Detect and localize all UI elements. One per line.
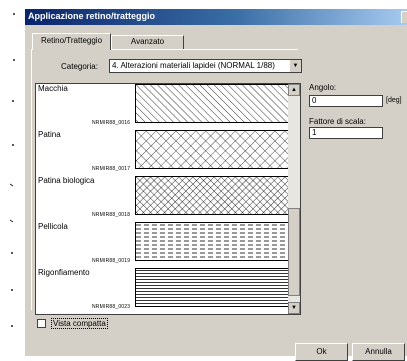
scrollbar-thumb[interactable] bbox=[288, 208, 300, 296]
tab-retino-tratteggio[interactable]: Retino/Tratteggio bbox=[32, 33, 111, 50]
pattern-name: Pellicola bbox=[38, 222, 68, 231]
scale-input[interactable]: 1 bbox=[309, 127, 383, 139]
angle-input[interactable]: 0 bbox=[309, 95, 383, 107]
pattern-list[interactable]: Macchia NRMIR88_0016 Patina NRMIR88_0017… bbox=[35, 83, 301, 315]
angle-label: Angolo: bbox=[309, 83, 337, 92]
scroll-up-icon[interactable]: ▲ bbox=[288, 84, 300, 96]
list-item[interactable]: Pellicola NRMIR88_0019 bbox=[36, 222, 289, 268]
pattern-name: Macchia bbox=[38, 84, 68, 93]
pattern-name: Patina biologica bbox=[38, 176, 95, 185]
pattern-code: NRMIR88_0016 bbox=[92, 120, 131, 126]
list-item[interactable]: Patina NRMIR88_0017 bbox=[36, 130, 289, 176]
list-item[interactable]: Macchia NRMIR88_0016 bbox=[36, 84, 289, 130]
tab-avanzato[interactable]: Avanzato bbox=[111, 35, 184, 49]
compact-view-label[interactable]: Vista compatta bbox=[51, 318, 108, 329]
pattern-name: Patina bbox=[38, 130, 61, 139]
list-scrollbar[interactable]: ▲ ▼ bbox=[288, 84, 300, 314]
window-title: Applicazione retino/tratteggio bbox=[28, 11, 156, 21]
list-item[interactable]: Patina biologica NRMIR88_0018 bbox=[36, 176, 289, 222]
ok-button[interactable]: Ok bbox=[295, 343, 348, 361]
pattern-code: NRMIR88_0018 bbox=[92, 212, 131, 218]
close-button[interactable] bbox=[401, 11, 407, 23]
title-bar: Applicazione retino/tratteggio bbox=[25, 9, 407, 25]
category-select[interactable]: 4. Alterazioni materiali lapidei (NORMAL… bbox=[109, 59, 302, 73]
pattern-preview bbox=[135, 176, 289, 215]
tab-label: Avanzato bbox=[130, 37, 165, 46]
list-item[interactable]: Rigonfiamento NRMIR88_0023 bbox=[36, 268, 289, 314]
pattern-code: NRMIR88_0019 bbox=[92, 258, 131, 264]
pattern-code: NRMIR88_0023 bbox=[92, 304, 131, 310]
pattern-code: NRMIR88_0017 bbox=[92, 166, 131, 172]
category-value: 4. Alterazioni materiali lapidei (NORMAL… bbox=[112, 61, 275, 70]
cancel-button[interactable]: Annulla bbox=[352, 343, 405, 361]
scroll-down-icon[interactable]: ▼ bbox=[288, 302, 300, 314]
chevron-down-icon[interactable]: ▼ bbox=[289, 60, 301, 72]
category-label: Categoria: bbox=[61, 62, 98, 71]
angle-unit: [deg] bbox=[386, 97, 402, 104]
scale-label: Fattore di scala: bbox=[309, 117, 366, 126]
pattern-preview bbox=[135, 222, 289, 261]
background-fragments bbox=[9, 13, 15, 327]
pattern-name: Rigonfiamento bbox=[38, 268, 90, 277]
pattern-preview bbox=[135, 130, 289, 169]
hatch-dialog: Applicazione retino/tratteggio Retino/Tr… bbox=[24, 8, 407, 361]
pattern-preview bbox=[135, 84, 289, 123]
tab-label: Retino/Tratteggio bbox=[40, 36, 103, 45]
compact-view-checkbox[interactable] bbox=[37, 319, 46, 328]
pattern-preview bbox=[135, 268, 289, 307]
